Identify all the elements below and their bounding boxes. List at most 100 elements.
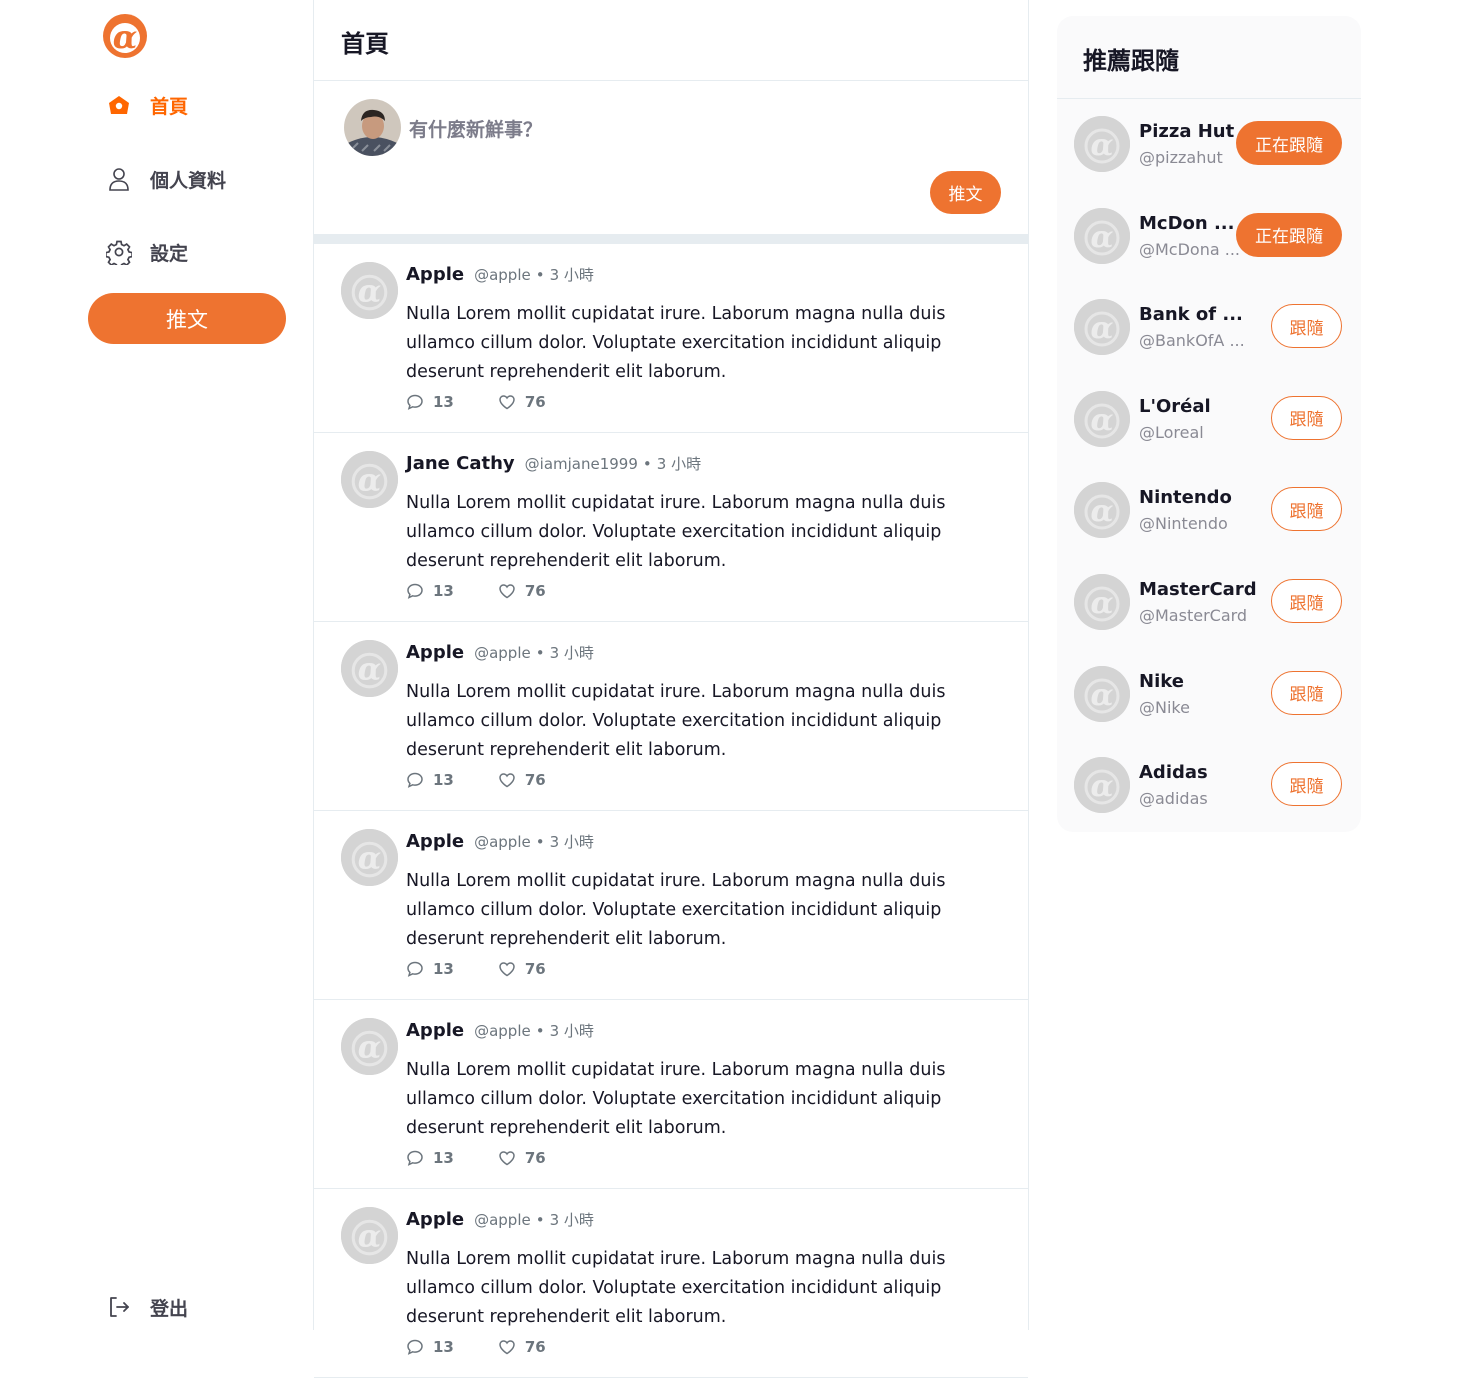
nav-item-home[interactable]: 首頁 <box>106 89 188 121</box>
avatar[interactable]: α <box>341 451 398 508</box>
reply-count: 13 <box>433 1338 454 1356</box>
separator-dot: • <box>535 1211 545 1229</box>
tweet-author-name[interactable]: Apple <box>406 1020 464 1041</box>
reply-count: 13 <box>433 960 454 978</box>
nav-item-settings[interactable]: 設定 <box>106 236 188 268</box>
recommend-name[interactable]: Adidas <box>1139 762 1208 783</box>
tweet-header: Apple @apple • 3 小時 <box>406 1209 594 1230</box>
avatar[interactable]: α <box>341 1207 398 1264</box>
reply-button[interactable]: 13 <box>406 771 454 789</box>
logout-icon <box>106 1294 132 1320</box>
tweet-actions: 13 76 <box>406 393 546 411</box>
follow-button[interactable]: 跟隨 <box>1271 579 1342 623</box>
tweet-list: α Apple @apple • 3 小時 Nulla Lorem mollit cupi… <box>314 244 1028 1378</box>
unfollow-button[interactable]: 正在跟隨 <box>1236 121 1342 165</box>
follow-button[interactable]: 跟隨 <box>1271 304 1342 349</box>
alpha-logo-icon[interactable]: α <box>101 12 149 60</box>
tweet-card[interactable]: α Jane Cathy @iamjane1999 • 3 小時 Nulla Lorem … <box>314 433 1028 622</box>
comment-icon <box>406 1338 424 1356</box>
svg-text:α: α <box>1090 311 1113 346</box>
tweet-card[interactable]: α Apple @apple • 3 小時 Nulla Lorem mollit cupi… <box>314 622 1028 811</box>
svg-text:α: α <box>358 841 381 877</box>
avatar[interactable]: α <box>1074 482 1130 539</box>
tweet-actions: 13 76 <box>406 582 546 600</box>
tweet-header: Apple @apple • 3 小時 <box>406 831 594 852</box>
recommend-name[interactable]: Nintendo <box>1139 487 1232 508</box>
avatar[interactable]: α <box>1074 207 1130 264</box>
svg-text:α: α <box>113 18 138 56</box>
comment-icon <box>406 582 424 600</box>
reply-button[interactable]: 13 <box>406 393 454 411</box>
nav-label: 首頁 <box>150 95 189 118</box>
reply-button[interactable]: 13 <box>406 582 454 600</box>
follow-button[interactable]: 跟隨 <box>1271 670 1342 715</box>
compose-submit-button[interactable]: 推文 <box>930 171 1001 214</box>
follow-button[interactable]: 跟隨 <box>1271 762 1342 807</box>
separator-dot: • <box>535 266 545 284</box>
reply-button[interactable]: 13 <box>406 1149 454 1167</box>
tweet-author-handle[interactable]: @apple <box>474 644 531 662</box>
recommend-name[interactable]: McDon ... <box>1139 213 1234 234</box>
follow-button[interactable]: 跟隨 <box>1271 487 1342 532</box>
recommend-item: α Bank of ... @BankOfA ... 跟隨 <box>1057 297 1361 367</box>
tweet-card[interactable]: α Apple @apple • 3 小時 Nulla Lorem mollit cupi… <box>314 1000 1028 1189</box>
tweet-timestamp: 3 小時 <box>549 644 594 662</box>
avatar[interactable]: α <box>1074 665 1130 722</box>
reply-button[interactable]: 13 <box>406 960 454 978</box>
recommend-name[interactable]: MasterCard <box>1139 579 1257 600</box>
tweet-card[interactable]: α Apple @apple • 3 小時 Nulla Lorem mollit cupi… <box>314 1189 1028 1378</box>
like-button[interactable]: 76 <box>498 771 546 789</box>
recommend-name[interactable]: Pizza Hut <box>1139 121 1234 142</box>
like-button[interactable]: 76 <box>498 1338 546 1356</box>
tweet-author-handle[interactable]: @apple <box>474 833 531 851</box>
avatar[interactable]: α <box>1074 116 1130 172</box>
like-button[interactable]: 76 <box>498 960 546 978</box>
separator-dot: • <box>535 833 545 851</box>
avatar[interactable]: α <box>1074 574 1130 630</box>
follow-button[interactable]: 跟隨 <box>1271 395 1342 440</box>
tweet-author-handle[interactable]: @apple <box>474 1022 531 1040</box>
unfollow-button[interactable]: 正在跟隨 <box>1236 212 1342 257</box>
avatar[interactable]: α <box>1074 757 1130 814</box>
recommend-name[interactable]: L'Oréal <box>1139 396 1211 417</box>
tweet-card[interactable]: α Apple @apple • 3 小時 Nulla Lorem mollit cupi… <box>314 244 1028 433</box>
tweet-author-handle[interactable]: @iamjane1999 <box>525 455 638 473</box>
recommend-item: α L'Oréal @Loreal 跟隨 <box>1057 389 1361 459</box>
avatar[interactable]: α <box>1074 299 1130 356</box>
tweet-author-handle[interactable]: @apple <box>474 266 531 284</box>
like-count: 76 <box>524 1338 546 1356</box>
heart-icon <box>498 960 516 978</box>
tweet-card[interactable]: α Apple @apple • 3 小時 Nulla Lorem mollit cupi… <box>314 811 1028 1000</box>
like-button[interactable]: 76 <box>498 1149 546 1167</box>
svg-text:α: α <box>1090 586 1113 621</box>
like-button[interactable]: 76 <box>498 582 546 600</box>
heart-icon <box>498 1149 516 1167</box>
tweet-author-name[interactable]: Apple <box>406 264 464 285</box>
recommend-name[interactable]: Bank of ... <box>1139 304 1243 325</box>
avatar[interactable]: α <box>1074 390 1130 447</box>
tweet-timestamp: 3 小時 <box>549 1211 594 1229</box>
tweet-button[interactable]: 推文 <box>88 293 286 344</box>
avatar[interactable]: α <box>341 640 398 697</box>
heart-icon <box>498 582 516 600</box>
avatar[interactable]: α <box>341 262 398 319</box>
sidebar: α 首頁 個人資料 設定 推文 登出 <box>0 0 314 1330</box>
tweet-timestamp: 3 小時 <box>549 266 594 284</box>
nav-label: 設定 <box>150 242 189 265</box>
tweet-author-name[interactable]: Apple <box>406 642 464 663</box>
reply-button[interactable]: 13 <box>406 1338 454 1356</box>
avatar[interactable]: α <box>341 1018 398 1075</box>
tweet-author-name[interactable]: Jane Cathy <box>406 453 515 474</box>
logout-button[interactable]: 登出 <box>106 1291 188 1323</box>
compose-input[interactable]: 有什麼新鮮事？ <box>409 115 542 142</box>
avatar[interactable]: α <box>341 829 398 886</box>
nav-item-profile[interactable]: 個人資料 <box>106 163 226 195</box>
tweet-author-name[interactable]: Apple <box>406 1209 464 1230</box>
recommend-handle: @adidas <box>1139 789 1208 809</box>
like-button[interactable]: 76 <box>498 393 546 411</box>
recommend-item: α Nike @Nike 跟隨 <box>1057 664 1361 734</box>
recommend-name[interactable]: Nike <box>1139 671 1184 692</box>
tweet-author-handle[interactable]: @apple <box>474 1211 531 1229</box>
tweet-author-name[interactable]: Apple <box>406 831 464 852</box>
like-count: 76 <box>524 582 546 600</box>
